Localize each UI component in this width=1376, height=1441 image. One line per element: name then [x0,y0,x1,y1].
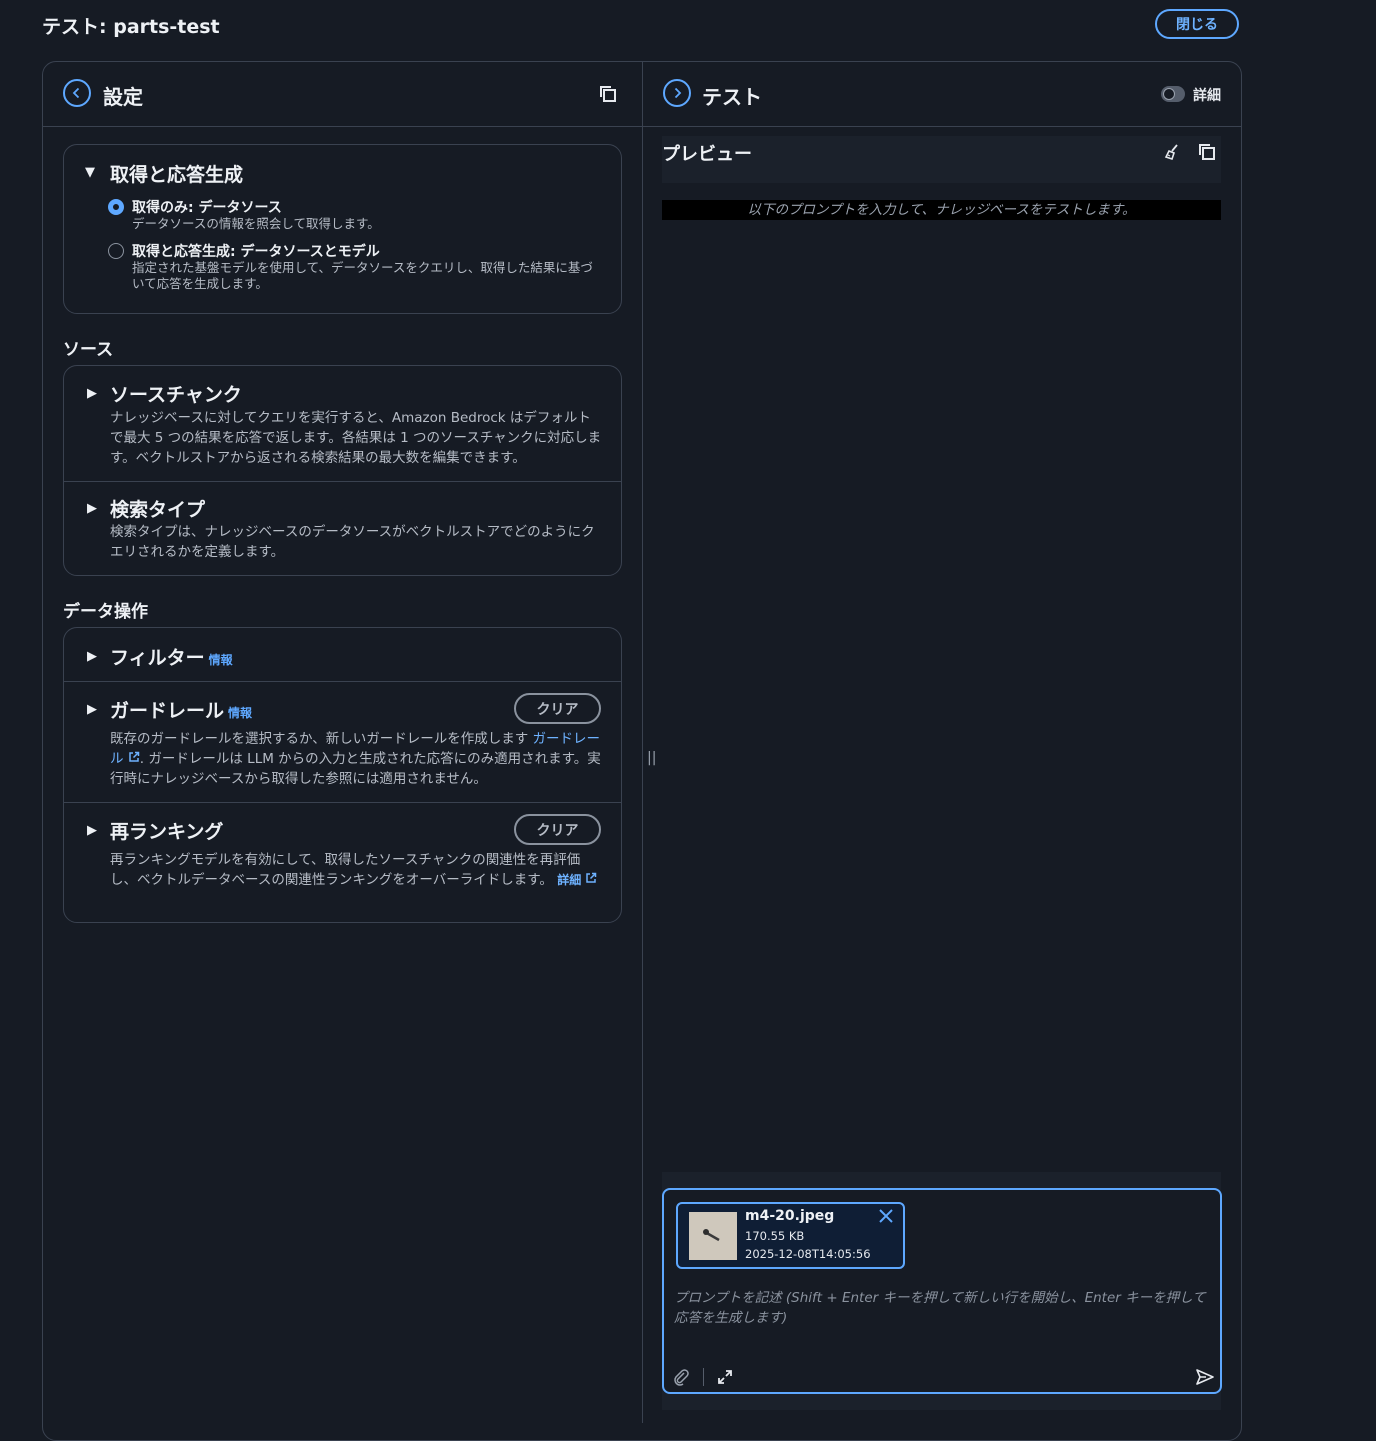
caret-right-icon[interactable]: ▶ [87,702,97,717]
prompt-input[interactable] [674,1288,1214,1340]
details-toggle[interactable] [1161,86,1185,102]
data-ops-separator-2 [64,802,621,803]
radio-retrieve-only-desc: データソースの情報を照会して取得します。 [132,216,380,231]
search-type-desc: 検索タイプは、ナレッジベースのデータソースがベクトルストアでどのようにクエリされ… [110,524,595,560]
guardrail-desc-pre: 既存のガードレールを選択するか、新しいガードレールを作成します [110,731,529,747]
radio-retrieve-generate[interactable] [108,243,124,259]
copy-icon [1199,144,1215,160]
caret-right-icon[interactable]: ▶ [87,386,97,401]
source-card-separator [64,481,621,482]
radio-retrieve-only[interactable] [108,199,124,215]
guardrail-title-text[interactable]: ガードレール [110,700,224,722]
reranking-desc: 再ランキングモデルを有効にして、取得したソースチャンクの関連性を再評価し、ベクト… [110,850,602,890]
guardrail-info-link[interactable]: 情報 [228,706,252,720]
page-title: テスト: parts-test [42,16,220,38]
attachment-size: 170.55 KB [745,1229,805,1243]
caret-right-icon[interactable]: ▶ [87,649,97,664]
attachment-thumbnail [689,1212,737,1260]
attachment-name: m4-20.jpeg [745,1208,835,1224]
copy-preview-button[interactable] [1196,141,1218,163]
radio-retrieve-only-label[interactable]: 取得のみ: データソース [132,197,282,217]
settings-title: 設定 [103,85,143,109]
external-link-icon [129,751,140,762]
filter-title-text[interactable]: フィルター [110,647,205,669]
source-chunks-title[interactable]: ソースチャンク [110,380,242,407]
guardrail-desc: 既存のガードレールを選択するか、新しいガードレールを作成します ガードレール .… [110,729,602,789]
copy-settings-button[interactable] [597,83,619,105]
resize-handle[interactable]: || [647,750,656,766]
test-title: テスト [702,85,762,109]
toolbar-separator [703,1368,704,1386]
preview-hint: 以下のプロンプトを入力して、ナレッジベースをテストします。 [662,200,1221,220]
retrieval-title[interactable]: 取得と応答生成 [110,160,243,187]
remove-attachment-button[interactable] [877,1207,895,1225]
guardrail-clear-button[interactable]: クリア [514,693,601,724]
chevron-left-icon [72,87,80,99]
details-toggle-label: 詳細 [1193,88,1221,104]
collapse-left-button[interactable] [63,79,91,107]
expand-composer-button[interactable] [714,1366,736,1388]
caret-down-icon[interactable]: ▼ [85,165,95,180]
broom-icon [1164,144,1178,161]
toggle-knob [1163,88,1175,100]
guardrail-title[interactable]: ガードレール 情報 [110,696,252,723]
paperclip-icon [674,1369,689,1386]
search-type-title[interactable]: 検索タイプ [110,495,205,522]
reranking-clear-button[interactable]: クリア [514,814,601,845]
preview-title: プレビュー [662,144,752,165]
external-link-icon [586,872,597,883]
reranking-learn-more-link[interactable]: 詳細 [557,872,597,887]
send-icon [1196,1369,1214,1385]
caret-right-icon[interactable]: ▶ [87,501,97,516]
reranking-title[interactable]: 再ランキング [110,817,223,844]
clear-chat-button[interactable] [1161,141,1183,163]
send-button[interactable] [1194,1366,1216,1388]
attachment-date: 2025-12-08T14:05:56 [745,1247,871,1261]
filter-title[interactable]: フィルター 情報 [110,643,233,670]
reranking-desc-text: 再ランキングモデルを有効にして、取得したソースチャンクの関連性を再評価し、ベクト… [110,852,581,888]
caret-right-icon[interactable]: ▶ [87,823,97,838]
radio-retrieve-generate-label[interactable]: 取得と応答生成: データソースとモデル [132,241,380,261]
data-ops-separator-1 [64,681,621,682]
panel-divider [642,62,643,1423]
expand-icon [718,1370,732,1384]
close-icon [879,1209,893,1223]
data-ops-group-label: データ操作 [63,602,148,622]
close-button[interactable]: 閉じる [1155,9,1239,39]
attach-file-button[interactable] [670,1366,692,1388]
radio-retrieve-generate-desc: 指定された基盤モデルを使用して、データソースをクエリし、取得した結果に基づいて応… [132,260,593,291]
chevron-right-icon [674,87,682,99]
source-chunks-desc: ナレッジベースに対してクエリを実行すると、Amazon Bedrock はデフォ… [110,410,602,466]
filter-info-link[interactable]: 情報 [209,653,233,667]
source-group-label: ソース [63,340,114,360]
reranking-link-text[interactable]: 詳細 [557,873,581,887]
collapse-right-button[interactable] [663,79,691,107]
guardrail-desc-post: . ガードレールは LLM からの入力と生成された応答にのみ適用されます。実行時… [110,751,601,787]
copy-icon [600,86,616,102]
header-divider [43,126,1241,127]
attachment-thumbnail-image [689,1212,737,1260]
